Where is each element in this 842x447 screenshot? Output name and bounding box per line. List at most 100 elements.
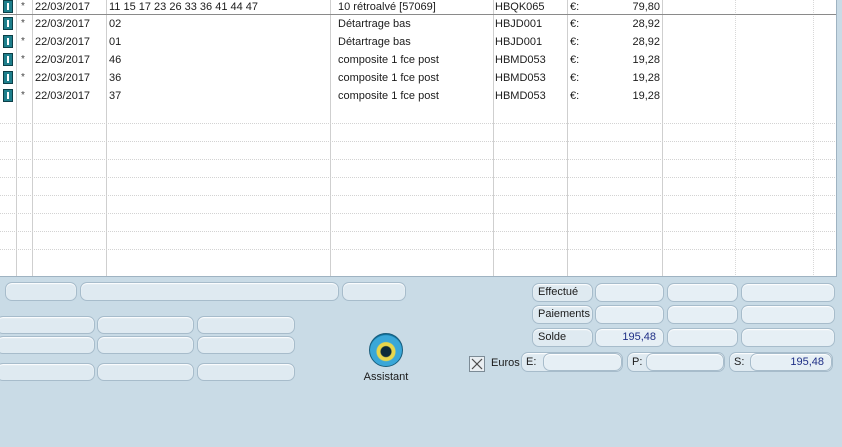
row-marker: * [21, 72, 25, 83]
row-separator [0, 177, 836, 178]
p-field[interactable] [646, 353, 724, 371]
blank-button[interactable] [0, 363, 95, 381]
blank-button[interactable] [0, 336, 95, 354]
currency-cell: €: [570, 72, 580, 84]
act-cell: composite 1 fce post [338, 90, 439, 102]
teeth-cell: 46 [109, 54, 122, 66]
row-separator [0, 231, 836, 232]
effectue-label: Effectué [538, 286, 579, 298]
amount-cell: 19,28 [632, 90, 660, 102]
table-row[interactable]: * 22/03/2017 01 Détartrage bas HBJD001 €… [0, 33, 836, 51]
teeth-cell: 11 15 17 23 26 33 36 41 44 47 [109, 1, 259, 13]
s-field-box: S: 195,48 [729, 352, 833, 372]
solde-label: Solde [538, 331, 567, 343]
acts-table: * 22/03/2017 11 15 17 23 26 33 36 41 44 … [0, 0, 837, 277]
table-row[interactable]: * 22/03/2017 37 composite 1 fce post HBM… [0, 87, 836, 105]
date-cell: 22/03/2017 [35, 36, 91, 48]
s-value: 195,48 [790, 356, 824, 368]
p-label: P: [632, 356, 643, 368]
teeth-cell: 02 [109, 18, 122, 30]
row-separator [0, 249, 836, 250]
currency-cell: €: [570, 90, 580, 102]
row-marker: * [21, 54, 25, 65]
code-cell: HBMD053 [495, 72, 546, 84]
solde-field[interactable]: 195,48 [595, 328, 664, 347]
row-marker: * [21, 36, 25, 47]
e-field[interactable] [543, 353, 622, 371]
tooth-icon [3, 89, 13, 102]
effectue-field-3[interactable] [741, 283, 835, 302]
assistant-label: Assistant [363, 371, 409, 383]
teeth-cell: 37 [109, 90, 122, 102]
paiements-field[interactable] [595, 305, 664, 324]
assistant-button[interactable]: Assistant [356, 333, 416, 383]
row-separator [0, 123, 836, 124]
code-cell: HBJD001 [495, 18, 543, 30]
code-cell: HBJD001 [495, 36, 543, 48]
date-cell: 22/03/2017 [35, 1, 91, 13]
euros-checkbox[interactable] [469, 356, 485, 372]
tooth-icon [3, 53, 13, 66]
paiements-label: Paiements [538, 308, 590, 320]
paiements-field-3[interactable] [741, 305, 835, 324]
tooth-icon [3, 17, 13, 30]
table-row[interactable]: * 22/03/2017 36 composite 1 fce post HBM… [0, 69, 836, 87]
blank-button[interactable] [0, 316, 95, 334]
act-cell: 10 rétroalvé [57069] [338, 1, 436, 13]
assistant-icon [369, 333, 403, 367]
blank-button[interactable] [197, 363, 295, 381]
act-cell: Détartrage bas [338, 18, 411, 30]
checkmark-icon [471, 358, 483, 370]
table-row[interactable]: * 22/03/2017 11 15 17 23 26 33 36 41 44 … [0, 0, 836, 15]
currency-cell: €: [570, 36, 580, 48]
amount-cell: 19,28 [632, 54, 660, 66]
amount-cell: 28,92 [632, 18, 660, 30]
row-marker: * [21, 18, 25, 29]
row-separator [0, 159, 836, 160]
row-separator [0, 141, 836, 142]
row-marker: * [21, 1, 25, 12]
e-label: E: [526, 356, 537, 368]
act-cell: Détartrage bas [338, 36, 411, 48]
solde-value: 195,48 [622, 331, 656, 343]
date-cell: 22/03/2017 [35, 72, 91, 84]
effectue-label-box: Effectué [532, 283, 593, 302]
p-field-box: P: [627, 352, 725, 372]
date-cell: 22/03/2017 [35, 54, 91, 66]
teeth-cell: 01 [109, 36, 122, 48]
blank-button[interactable] [97, 316, 194, 334]
blank-button[interactable] [342, 282, 406, 301]
row-separator [0, 195, 836, 196]
blank-button[interactable] [5, 282, 77, 301]
amount-cell: 19,28 [632, 72, 660, 84]
amount-cell: 79,80 [632, 1, 660, 13]
currency-cell: €: [570, 54, 580, 66]
table-row[interactable]: * 22/03/2017 46 composite 1 fce post HBM… [0, 51, 836, 69]
blank-button[interactable] [197, 336, 295, 354]
effectue-field[interactable] [595, 283, 664, 302]
row-marker: * [21, 90, 25, 101]
euros-label: Euros [491, 357, 520, 369]
code-cell: HBQK065 [495, 1, 545, 13]
s-field[interactable]: 195,48 [750, 353, 832, 371]
solde-field-3[interactable] [741, 328, 835, 347]
tooth-icon [3, 35, 13, 48]
currency-cell: €: [570, 1, 580, 13]
code-cell: HBMD053 [495, 90, 546, 102]
solde-field-2[interactable] [667, 328, 738, 347]
code-cell: HBMD053 [495, 54, 546, 66]
blank-button[interactable] [197, 316, 295, 334]
act-cell: composite 1 fce post [338, 54, 439, 66]
blank-button[interactable] [97, 363, 194, 381]
currency-cell: €: [570, 18, 580, 30]
solde-label-box: Solde [532, 328, 593, 347]
blank-button[interactable] [80, 282, 339, 301]
effectue-field-2[interactable] [667, 283, 738, 302]
paiements-field-2[interactable] [667, 305, 738, 324]
act-cell: composite 1 fce post [338, 72, 439, 84]
blank-button[interactable] [97, 336, 194, 354]
date-cell: 22/03/2017 [35, 18, 91, 30]
table-row[interactable]: * 22/03/2017 02 Détartrage bas HBJD001 €… [0, 15, 836, 33]
teeth-cell: 36 [109, 72, 122, 84]
tooth-icon [3, 0, 13, 13]
